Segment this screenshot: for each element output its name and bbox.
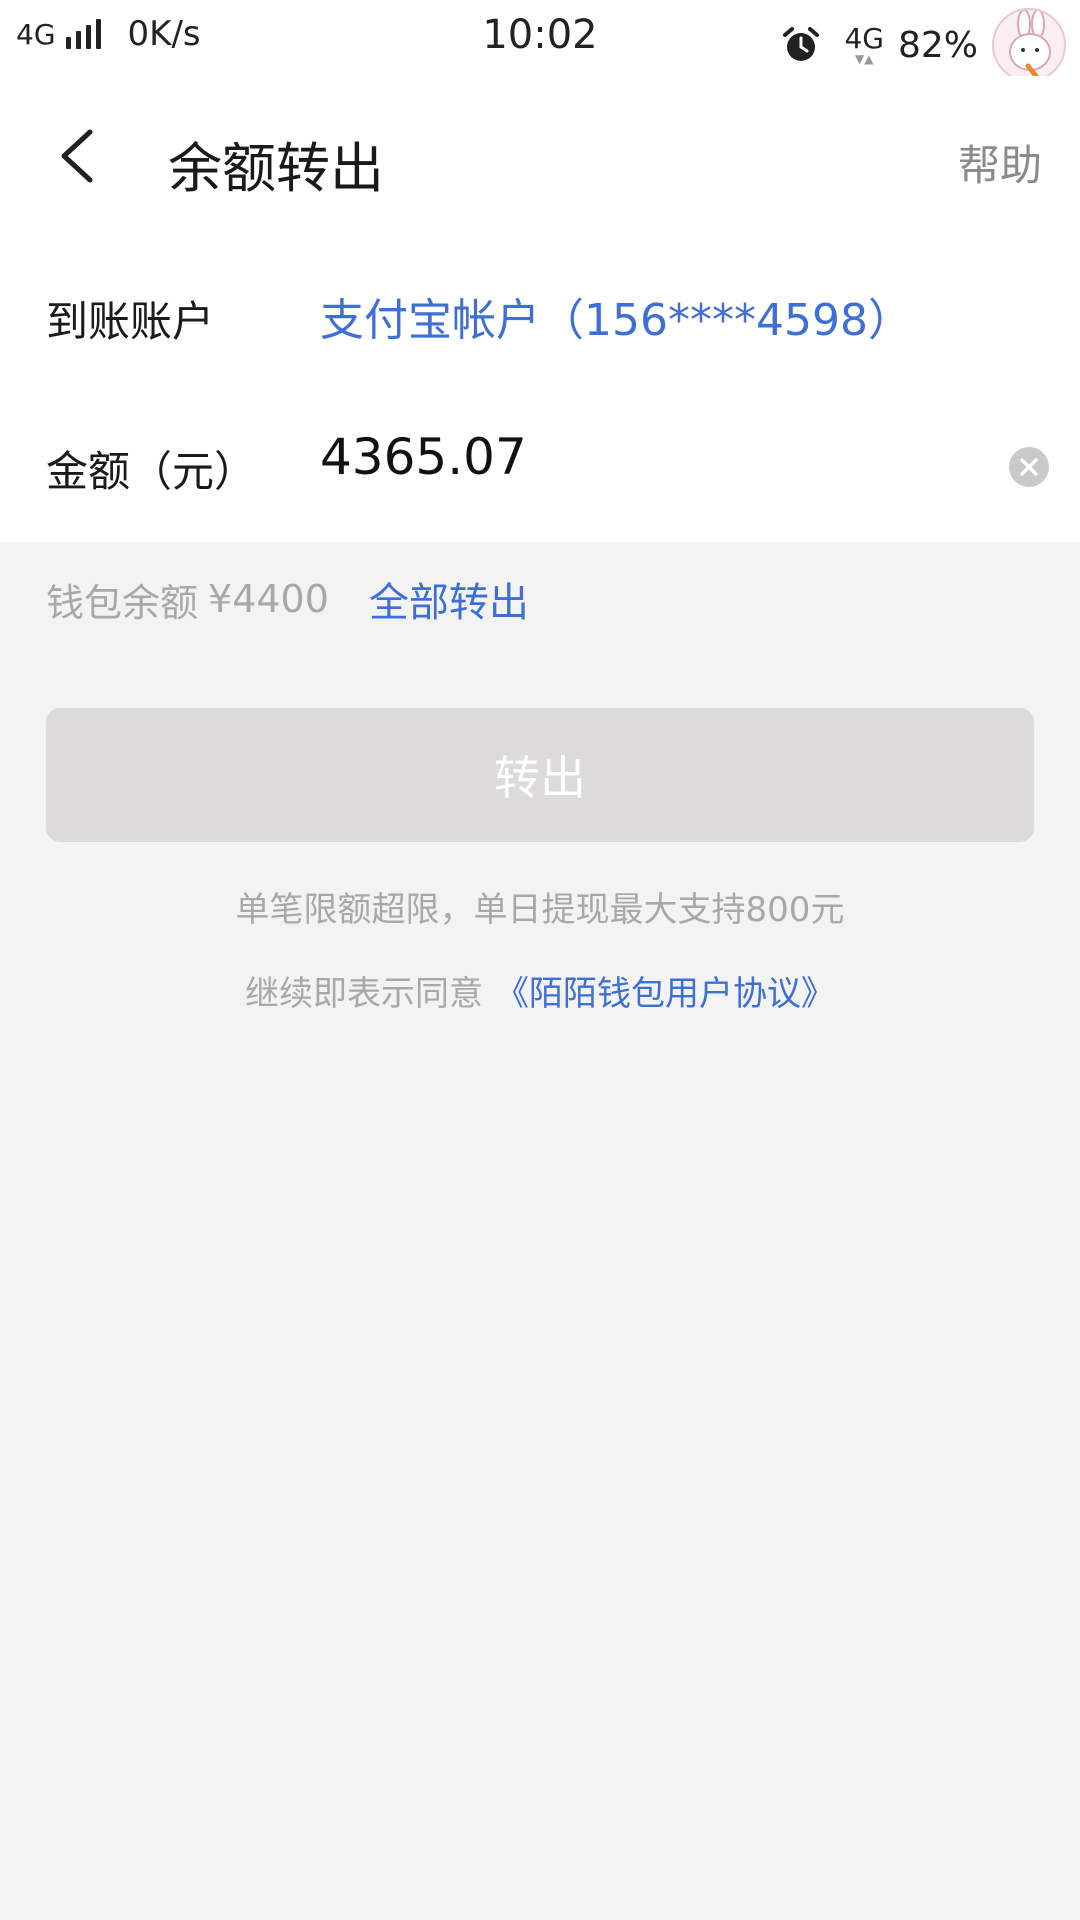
limit-tip: 单笔限额超限，单日提现最大支持800元 — [235, 890, 845, 930]
withdraw-all-button[interactable]: 全部转出 — [369, 570, 529, 628]
balance-label: 钱包余额 — [46, 580, 199, 625]
page-title: 余额转出 — [168, 137, 384, 200]
alarm-icon — [783, 27, 820, 61]
network-type-2: 4G ▼▲ — [844, 22, 884, 66]
status-right: 4G ▼▲ 82% — [782, 8, 1066, 82]
balance-amount: ¥4400 — [208, 577, 329, 621]
status-bar: 4G 0K/s 10:02 4G ▼▲ 82% — [0, 0, 1080, 82]
battery-level: 82% — [897, 24, 978, 66]
account-row[interactable]: 到账账户 支付宝帐户（156****4598） — [0, 236, 1080, 386]
header: 余额转出 帮助 — [0, 76, 1080, 236]
help-button[interactable]: 帮助 — [958, 132, 1042, 193]
page: 4G 0K/s 10:02 4G ▼▲ 82% 余额转出 帮助 到账账户 支付宝… — [0, 0, 1080, 1920]
transfer-form: 到账账户 支付宝帐户（156****4598） 金额（元） — [0, 236, 1080, 542]
agreement-text: 继续即表示同意 《陌陌钱包用户协议》 — [0, 966, 1080, 1015]
amount-label: 金额（元） — [46, 447, 257, 496]
amount-row: 金额（元） — [0, 386, 1080, 536]
account-label: 到账账户 — [46, 297, 215, 346]
transfer-out-button[interactable]: 转出 — [46, 708, 1034, 842]
clear-icon[interactable] — [1008, 446, 1050, 488]
network-type-2-label: 4G — [844, 22, 884, 55]
avatar — [992, 8, 1066, 82]
agreement-link[interactable]: 《陌陌钱包用户协议》 — [495, 974, 835, 1014]
balance-row: 钱包余额 ¥4400 全部转出 — [46, 570, 529, 628]
back-arrow-icon[interactable] — [54, 126, 104, 186]
account-value[interactable]: 支付宝帐户（156****4598） — [320, 284, 912, 348]
amount-input[interactable] — [320, 422, 980, 492]
agreement-prefix: 继续即表示同意 — [245, 974, 483, 1014]
